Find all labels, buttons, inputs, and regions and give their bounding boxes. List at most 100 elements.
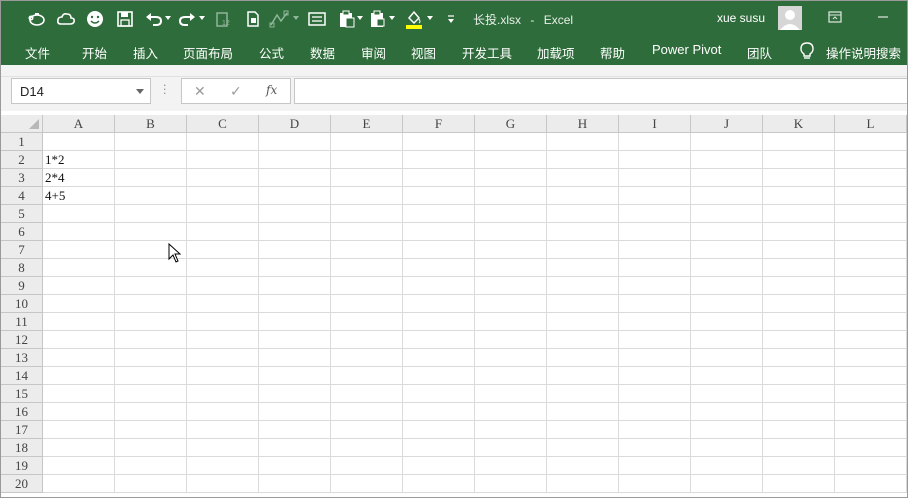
row-header-10[interactable]: 10 — [1, 295, 43, 313]
cell-k7[interactable] — [763, 241, 835, 259]
cell-i7[interactable] — [619, 241, 691, 259]
cell-h13[interactable] — [547, 349, 619, 367]
cell-f20[interactable] — [403, 475, 475, 493]
cell-i9[interactable] — [619, 277, 691, 295]
cell-e20[interactable] — [331, 475, 403, 493]
cell-e8[interactable] — [331, 259, 403, 277]
cell-e16[interactable] — [331, 403, 403, 421]
cell-a3[interactable]: 2*4 — [43, 169, 115, 187]
cell-h15[interactable] — [547, 385, 619, 403]
cell-a9[interactable] — [43, 277, 115, 295]
cell-e4[interactable] — [331, 187, 403, 205]
tab-data[interactable]: 数据 — [310, 43, 335, 62]
cell-c9[interactable] — [187, 277, 259, 295]
row-header-5[interactable]: 5 — [1, 205, 43, 223]
clipboard-icon[interactable] — [368, 9, 388, 29]
cell-l11[interactable] — [835, 313, 907, 331]
cell-b10[interactable] — [115, 295, 187, 313]
redo-icon[interactable] — [177, 9, 197, 29]
cell-k1[interactable] — [763, 133, 835, 151]
cell-k14[interactable] — [763, 367, 835, 385]
cell-g4[interactable] — [475, 187, 547, 205]
cell-b14[interactable] — [115, 367, 187, 385]
cell-f10[interactable] — [403, 295, 475, 313]
cell-l12[interactable] — [835, 331, 907, 349]
cell-e5[interactable] — [331, 205, 403, 223]
lightbulb-icon[interactable] — [799, 42, 815, 60]
row-header-6[interactable]: 6 — [1, 223, 43, 241]
row-header-8[interactable]: 8 — [1, 259, 43, 277]
cell-d20[interactable] — [259, 475, 331, 493]
cell-h3[interactable] — [547, 169, 619, 187]
cell-i6[interactable] — [619, 223, 691, 241]
cell-g12[interactable] — [475, 331, 547, 349]
column-header-l[interactable]: L — [835, 115, 907, 133]
cell-d18[interactable] — [259, 439, 331, 457]
cell-i13[interactable] — [619, 349, 691, 367]
cell-j5[interactable] — [691, 205, 763, 223]
cell-l13[interactable] — [835, 349, 907, 367]
tab-formulas[interactable]: 公式 — [259, 43, 284, 62]
cell-f6[interactable] — [403, 223, 475, 241]
row-header-12[interactable]: 12 — [1, 331, 43, 349]
cell-g5[interactable] — [475, 205, 547, 223]
cell-f4[interactable] — [403, 187, 475, 205]
cell-l7[interactable] — [835, 241, 907, 259]
cell-l20[interactable] — [835, 475, 907, 493]
cell-c3[interactable] — [187, 169, 259, 187]
cell-c7[interactable] — [187, 241, 259, 259]
cell-f18[interactable] — [403, 439, 475, 457]
cell-i1[interactable] — [619, 133, 691, 151]
tab-review[interactable]: 审阅 — [361, 43, 386, 62]
cell-c18[interactable] — [187, 439, 259, 457]
cloud-icon[interactable] — [56, 9, 76, 29]
cell-b16[interactable] — [115, 403, 187, 421]
cell-h12[interactable] — [547, 331, 619, 349]
row-header-11[interactable]: 11 — [1, 313, 43, 331]
cell-d9[interactable] — [259, 277, 331, 295]
cell-h17[interactable] — [547, 421, 619, 439]
cell-h20[interactable] — [547, 475, 619, 493]
cell-a12[interactable] — [43, 331, 115, 349]
row-header-2[interactable]: 2 — [1, 151, 43, 169]
column-header-i[interactable]: I — [619, 115, 691, 133]
cell-f8[interactable] — [403, 259, 475, 277]
cell-l4[interactable] — [835, 187, 907, 205]
cell-k5[interactable] — [763, 205, 835, 223]
cell-f2[interactable] — [403, 151, 475, 169]
customize-qat-icon[interactable] — [441, 9, 461, 29]
fill-color-dropdown-icon[interactable] — [426, 14, 434, 22]
cell-a11[interactable] — [43, 313, 115, 331]
column-header-j[interactable]: J — [691, 115, 763, 133]
paste-special-dropdown-icon[interactable] — [356, 14, 364, 22]
cell-f15[interactable] — [403, 385, 475, 403]
cell-h19[interactable] — [547, 457, 619, 475]
cell-j10[interactable] — [691, 295, 763, 313]
cell-l17[interactable] — [835, 421, 907, 439]
cell-e13[interactable] — [331, 349, 403, 367]
cell-h11[interactable] — [547, 313, 619, 331]
cell-d11[interactable] — [259, 313, 331, 331]
tab-add-ins[interactable]: 加载项 — [537, 43, 575, 62]
cell-h14[interactable] — [547, 367, 619, 385]
cell-e18[interactable] — [331, 439, 403, 457]
tab-home[interactable]: 开始 — [82, 43, 107, 62]
cell-j1[interactable] — [691, 133, 763, 151]
cell-e6[interactable] — [331, 223, 403, 241]
cancel-icon[interactable]: ✕ — [194, 84, 206, 100]
undo-dropdown-icon[interactable] — [164, 14, 172, 22]
row-header-7[interactable]: 7 — [1, 241, 43, 259]
tab-team[interactable]: 团队 — [747, 43, 772, 62]
cell-c17[interactable] — [187, 421, 259, 439]
cell-c11[interactable] — [187, 313, 259, 331]
cell-c6[interactable] — [187, 223, 259, 241]
cell-l10[interactable] — [835, 295, 907, 313]
cell-f1[interactable] — [403, 133, 475, 151]
cell-c14[interactable] — [187, 367, 259, 385]
column-header-b[interactable]: B — [115, 115, 187, 133]
cell-h18[interactable] — [547, 439, 619, 457]
cell-e17[interactable] — [331, 421, 403, 439]
cell-e19[interactable] — [331, 457, 403, 475]
cell-d8[interactable] — [259, 259, 331, 277]
row-header-1[interactable]: 1 — [1, 133, 43, 151]
